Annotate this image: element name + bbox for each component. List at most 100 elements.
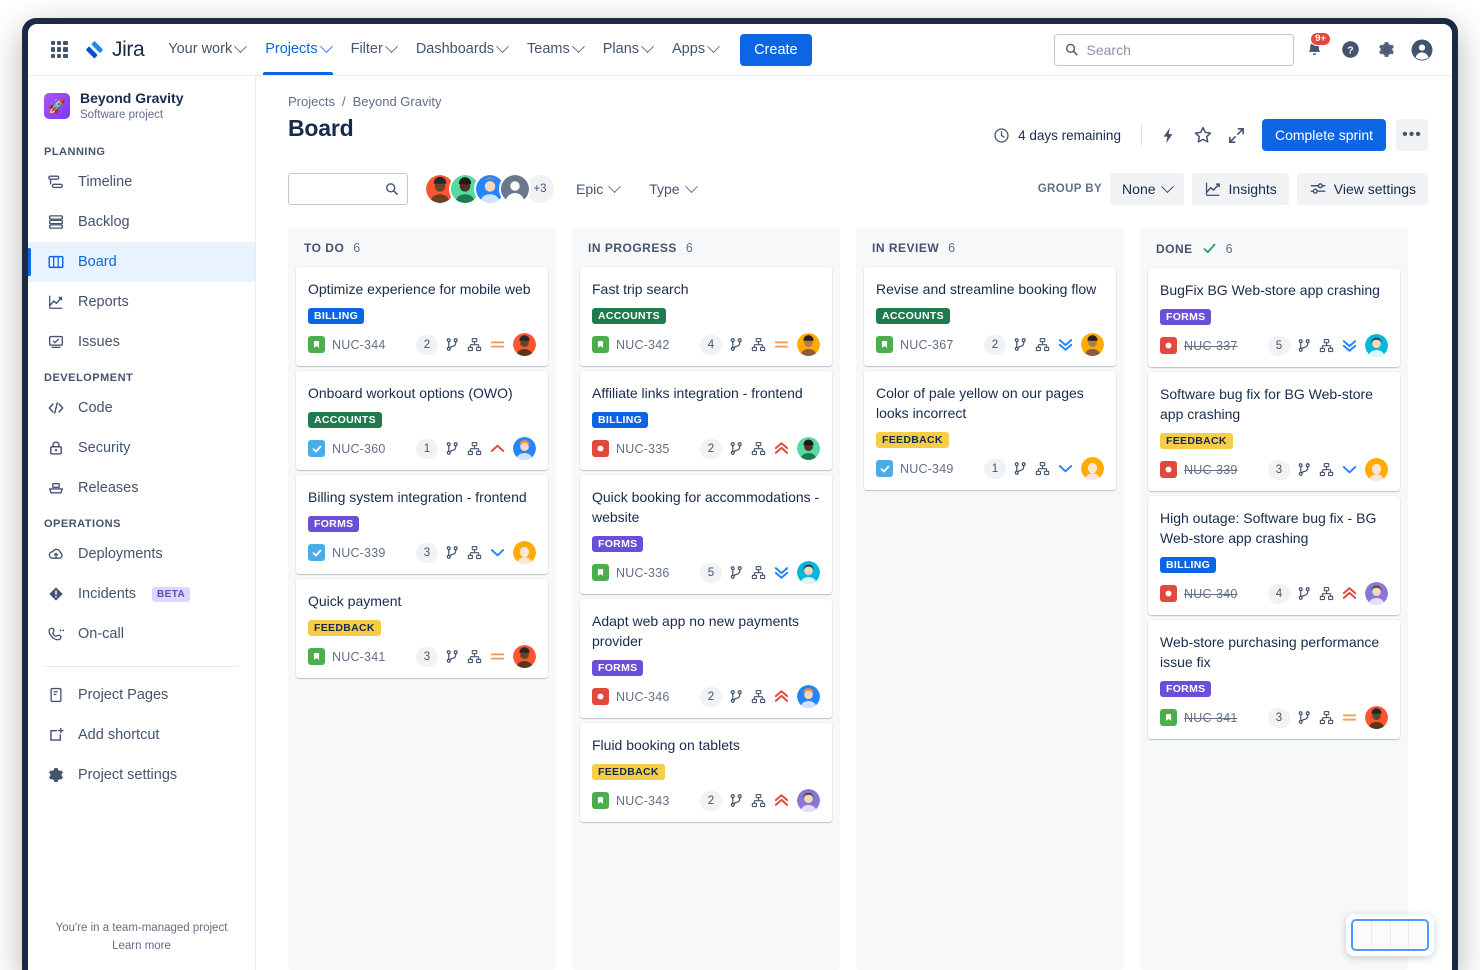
issue-key[interactable]: NUC-339 xyxy=(332,546,386,560)
story-points[interactable]: 3 xyxy=(1268,460,1290,480)
epic-tag[interactable]: BILLING xyxy=(1160,557,1216,573)
branch-icon-wrap[interactable] xyxy=(1297,338,1312,353)
nav-plans[interactable]: Plans xyxy=(593,24,662,75)
issue-key[interactable]: NUC-336 xyxy=(616,566,670,580)
nav-your-work[interactable]: Your work xyxy=(158,24,255,75)
complete-sprint-button[interactable]: Complete sprint xyxy=(1262,119,1386,151)
child-issues-icon-wrap[interactable] xyxy=(1319,710,1334,725)
child-issues-icon-wrap[interactable] xyxy=(751,793,766,808)
sidebar-item-project-pages[interactable]: Project Pages xyxy=(28,675,255,715)
board-minimap[interactable] xyxy=(1346,914,1434,956)
nav-teams[interactable]: Teams xyxy=(517,24,593,75)
breadcrumb-project[interactable]: Beyond Gravity xyxy=(353,94,442,109)
sidebar-item-backlog[interactable]: Backlog xyxy=(28,202,255,242)
story-points[interactable]: 3 xyxy=(416,647,438,667)
story-points[interactable]: 2 xyxy=(700,791,722,811)
type-filter-dropdown[interactable]: Type xyxy=(639,173,705,205)
assignee-avatar[interactable] xyxy=(1365,582,1388,605)
star-button[interactable] xyxy=(1188,120,1218,150)
issue-key[interactable]: NUC-349 xyxy=(900,462,954,476)
issue-key[interactable]: NUC-343 xyxy=(616,794,670,808)
breadcrumb-projects[interactable]: Projects xyxy=(288,94,335,109)
branch-icon-wrap[interactable] xyxy=(1297,710,1312,725)
branch-icon-wrap[interactable] xyxy=(1297,462,1312,477)
issue-key[interactable]: NUC-342 xyxy=(616,338,670,352)
nav-filter[interactable]: Filter xyxy=(341,24,406,75)
branch-icon-wrap[interactable] xyxy=(1013,337,1028,352)
learn-more-link[interactable]: Learn more xyxy=(40,940,243,952)
issue-key[interactable]: NUC-341 xyxy=(332,650,386,664)
issue-key[interactable]: NUC-337 xyxy=(1184,339,1238,353)
issue-card[interactable]: High outage: Software bug fix - BG Web-s… xyxy=(1148,496,1400,615)
assignee-avatar[interactable] xyxy=(1081,457,1104,480)
issue-card[interactable]: Optimize experience for mobile webBILLIN… xyxy=(296,267,548,366)
branch-icon-wrap[interactable] xyxy=(445,649,460,664)
issue-card[interactable]: Fluid booking on tabletsFEEDBACKNUC-3432 xyxy=(580,723,832,822)
epic-tag[interactable]: ACCOUNTS xyxy=(308,412,382,428)
child-issues-icon-wrap[interactable] xyxy=(467,441,482,456)
story-points[interactable]: 1 xyxy=(984,459,1006,479)
child-issues-icon-wrap[interactable] xyxy=(1319,462,1334,477)
epic-tag[interactable]: FORMS xyxy=(592,660,643,676)
assignee-avatar[interactable] xyxy=(797,561,820,584)
sidebar-item-security[interactable]: Security xyxy=(28,428,255,468)
issue-key[interactable]: NUC-341 xyxy=(1184,711,1238,725)
issue-key[interactable]: NUC-339 xyxy=(1184,463,1238,477)
assignee-avatar[interactable] xyxy=(1365,706,1388,729)
issue-card[interactable]: Color of pale yellow on our pages looks … xyxy=(864,371,1116,490)
assignee-avatar[interactable] xyxy=(513,333,536,356)
story-points[interactable]: 2 xyxy=(700,687,722,707)
branch-icon-wrap[interactable] xyxy=(729,337,744,352)
avatar[interactable] xyxy=(499,173,531,205)
epic-tag[interactable]: FORMS xyxy=(308,516,359,532)
jira-logo[interactable]: Jira xyxy=(84,38,144,62)
notifications-button[interactable]: 9+ xyxy=(1298,34,1330,66)
assignee-avatar[interactable] xyxy=(513,645,536,668)
assignee-avatar[interactable] xyxy=(797,333,820,356)
branch-icon-wrap[interactable] xyxy=(445,441,460,456)
issue-key[interactable]: NUC-367 xyxy=(900,338,954,352)
fullscreen-button[interactable] xyxy=(1222,120,1252,150)
issue-card[interactable]: Affiliate links integration - frontendBI… xyxy=(580,371,832,470)
issue-key[interactable]: NUC-346 xyxy=(616,690,670,704)
issue-card[interactable]: Quick paymentFEEDBACKNUC-3413 xyxy=(296,579,548,678)
sidebar-item-incidents[interactable]: Incidents BETA xyxy=(28,574,255,614)
child-issues-icon-wrap[interactable] xyxy=(751,689,766,704)
global-search[interactable] xyxy=(1054,34,1294,66)
child-issues-icon-wrap[interactable] xyxy=(467,545,482,560)
assignee-avatar[interactable] xyxy=(797,437,820,460)
story-points[interactable]: 2 xyxy=(416,335,438,355)
sidebar-item-project-settings[interactable]: Project settings xyxy=(28,755,255,795)
board-search[interactable] xyxy=(288,173,408,205)
nav-apps[interactable]: Apps xyxy=(662,24,728,75)
assignee-avatar[interactable] xyxy=(797,789,820,812)
story-points[interactable]: 1 xyxy=(416,439,438,459)
insights-button[interactable]: Insights xyxy=(1192,173,1289,205)
epic-tag[interactable]: FEEDBACK xyxy=(876,432,949,448)
assignee-avatar[interactable] xyxy=(513,541,536,564)
create-button[interactable]: Create xyxy=(740,34,812,66)
branch-icon-wrap[interactable] xyxy=(729,689,744,704)
issue-key[interactable]: NUC-360 xyxy=(332,442,386,456)
view-settings-button[interactable]: View settings xyxy=(1297,173,1428,205)
sidebar-item-on-call[interactable]: On-call xyxy=(28,614,255,654)
help-button[interactable]: ? xyxy=(1334,34,1366,66)
sidebar-item-board[interactable]: Board xyxy=(28,242,255,282)
issue-card[interactable]: Web-store purchasing performance issue f… xyxy=(1148,620,1400,739)
issue-key[interactable]: NUC-340 xyxy=(1184,587,1238,601)
child-issues-icon-wrap[interactable] xyxy=(1319,586,1334,601)
assignee-avatar[interactable] xyxy=(1081,333,1104,356)
assignee-avatar[interactable] xyxy=(513,437,536,460)
sidebar-item-code[interactable]: Code xyxy=(28,388,255,428)
assignee-avatar[interactable] xyxy=(797,685,820,708)
child-issues-icon-wrap[interactable] xyxy=(1035,337,1050,352)
issue-card[interactable]: Adapt web app no new payments providerFO… xyxy=(580,599,832,718)
epic-tag[interactable]: FORMS xyxy=(592,536,643,552)
issue-key[interactable]: NUC-344 xyxy=(332,338,386,352)
app-switcher-icon[interactable] xyxy=(44,35,74,65)
nav-dashboards[interactable]: Dashboards xyxy=(406,24,517,75)
board-search-input[interactable] xyxy=(297,182,385,197)
epic-filter-dropdown[interactable]: Epic xyxy=(566,173,629,205)
epic-tag[interactable]: FEEDBACK xyxy=(592,764,665,780)
story-points[interactable]: 2 xyxy=(984,335,1006,355)
